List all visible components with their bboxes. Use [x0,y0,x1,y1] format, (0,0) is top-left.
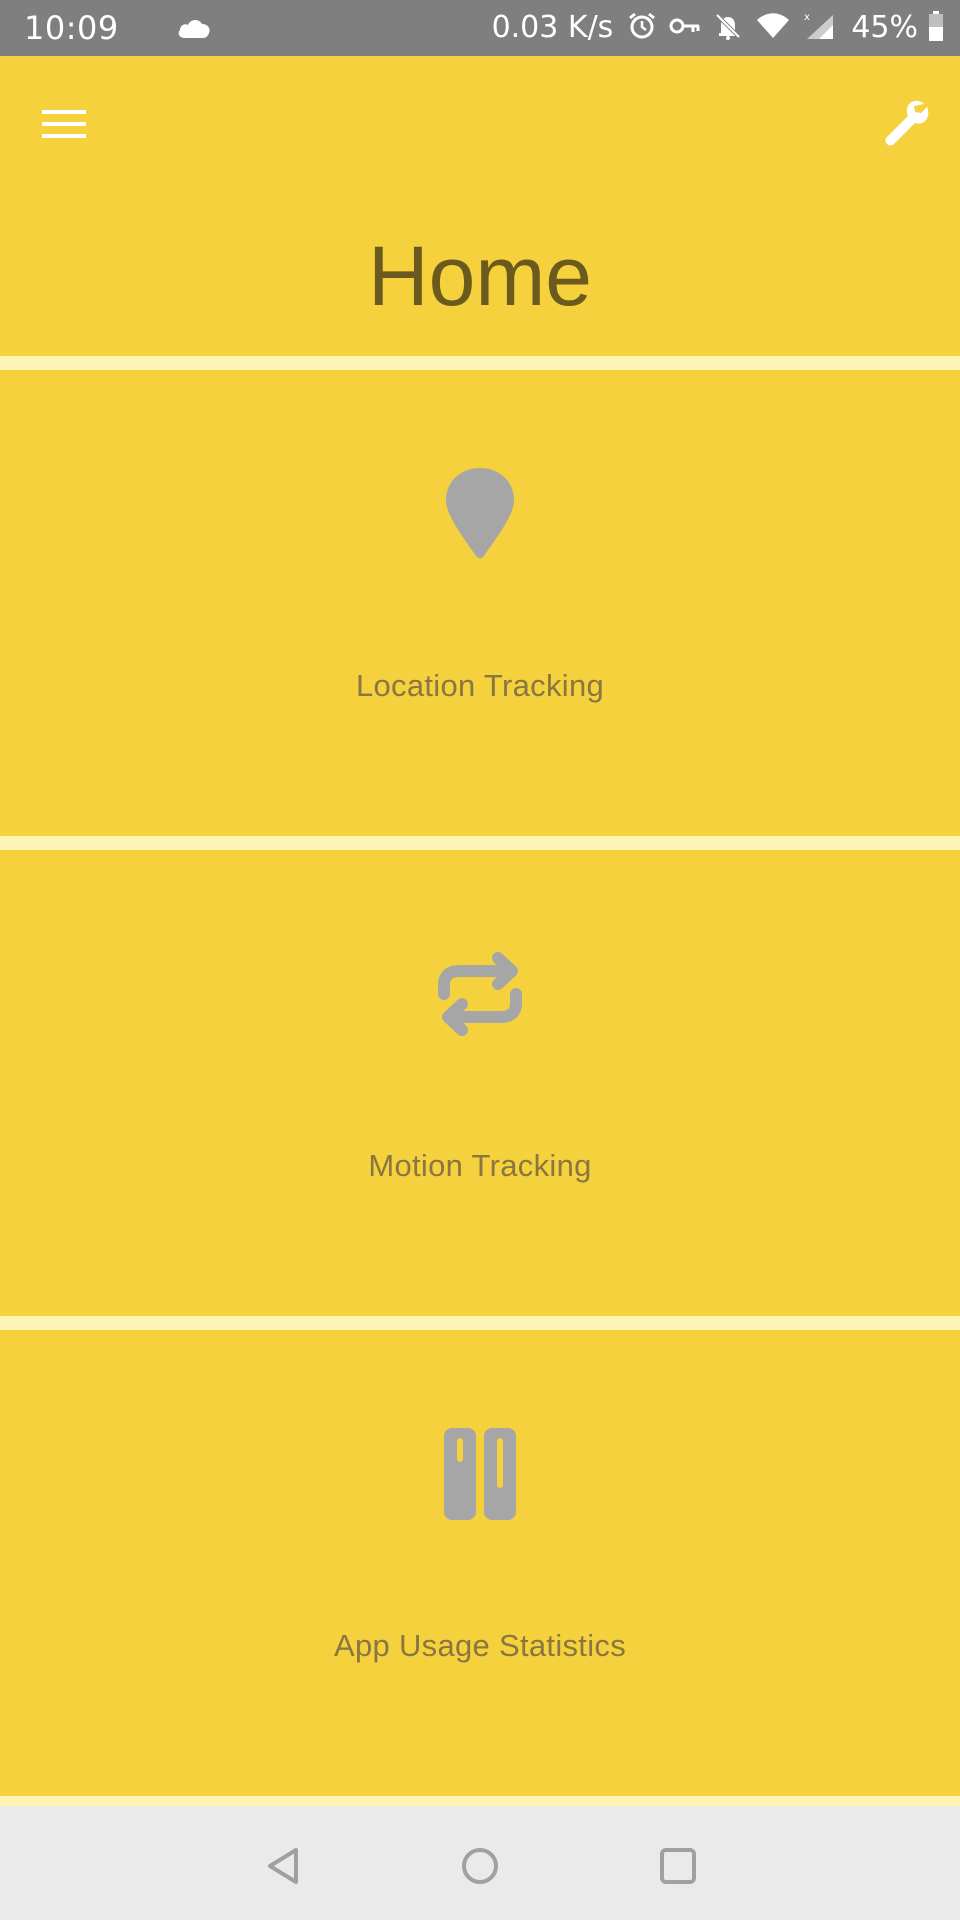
divider [0,1316,960,1330]
status-bar: 10:09 0.03 K/s x 45% [0,0,960,56]
battery-icon [928,11,944,45]
card-app-usage-statistics[interactable]: App Usage Statistics [0,1330,960,1796]
vpn-key-icon [669,16,701,40]
page-title: Home [367,229,593,323]
card-label: Location Tracking [355,668,605,703]
signal-icon: x [803,11,835,45]
home-circle-icon [462,1848,498,1884]
svg-text:x: x [804,12,810,23]
status-right-group: 0.03 K/s x 45% [492,8,944,48]
divider [0,356,960,370]
repeat-arrows-icon [430,944,530,1044]
back-triangle-icon [268,1848,298,1884]
recents-square-icon [660,1848,696,1884]
card-motion-tracking[interactable]: Motion Tracking [0,850,960,1316]
app-usage-icon [430,1424,530,1524]
divider [0,1796,960,1806]
alarm-icon [627,11,657,45]
card-location-tracking[interactable]: Location Tracking [0,370,960,836]
wifi-icon [755,12,791,44]
wrench-icon [885,100,929,146]
system-nav-bar [0,1806,960,1920]
menu-button[interactable] [36,96,92,152]
cloud-icon [176,16,212,40]
app-header: Home [0,56,960,356]
nav-recents-button[interactable] [648,1836,708,1896]
nav-back-button[interactable] [254,1836,314,1896]
bell-off-icon [713,11,743,45]
hamburger-menu-icon [42,110,86,138]
card-label: Motion Tracking [368,1148,592,1183]
card-label: App Usage Statistics [333,1628,627,1663]
battery-percent: 45% [851,10,918,45]
location-pin-icon [430,464,530,564]
network-speed: 0.03 K/s [491,10,614,45]
nav-home-button[interactable] [450,1836,510,1896]
divider [0,836,960,850]
status-time: 10:09 [24,9,119,47]
settings-button[interactable] [876,92,936,152]
